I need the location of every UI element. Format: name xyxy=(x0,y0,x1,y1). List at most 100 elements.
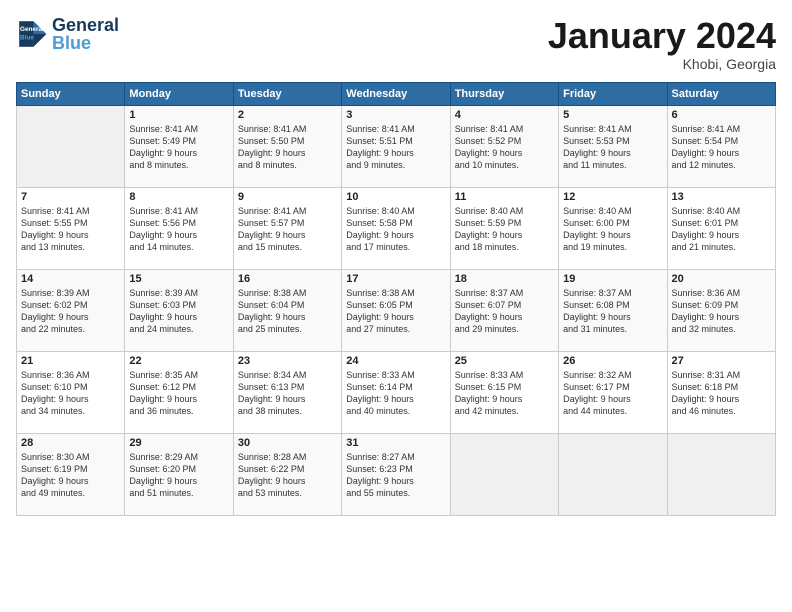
day-number: 30 xyxy=(238,437,337,449)
day-number: 7 xyxy=(21,191,120,203)
day-number: 6 xyxy=(672,109,771,121)
calendar-table: SundayMondayTuesdayWednesdayThursdayFrid… xyxy=(16,82,776,516)
cell-content: Sunrise: 8:40 AMSunset: 6:01 PMDaylight:… xyxy=(672,205,771,254)
header-cell-sunday: Sunday xyxy=(17,82,125,105)
calendar-cell: 25 Sunrise: 8:33 AMSunset: 6:15 PMDayligh… xyxy=(450,351,558,433)
calendar-cell: 26 Sunrise: 8:32 AMSunset: 6:17 PMDayligh… xyxy=(559,351,667,433)
cell-content: Sunrise: 8:41 AMSunset: 5:55 PMDaylight:… xyxy=(21,205,120,254)
calendar-cell: 28Sunrise: 8:30 AMSunset: 6:19 PMDayligh… xyxy=(17,433,125,515)
header: General Blue General Blue January 2024 K… xyxy=(16,16,776,72)
cell-content: Sunrise: 8:37 AMSunset: 6:07 PMDaylight:… xyxy=(455,287,554,336)
cell-content: Sunrise: 8:33 AMSunset: 6:14 PMDaylight:… xyxy=(346,369,445,418)
week-row-2: 7 Sunrise: 8:41 AMSunset: 5:55 PMDaylight… xyxy=(17,187,776,269)
day-number: 20 xyxy=(672,273,771,285)
cell-content: Sunrise: 8:41 AMSunset: 5:52 PMDaylight:… xyxy=(455,123,554,172)
header-cell-friday: Friday xyxy=(559,82,667,105)
day-number: 25 xyxy=(455,355,554,367)
calendar-cell: 18 Sunrise: 8:37 AMSunset: 6:07 PMDayligh… xyxy=(450,269,558,351)
day-number: 23 xyxy=(238,355,337,367)
calendar-cell: 16Sunrise: 8:38 AMSunset: 6:04 PMDayligh… xyxy=(233,269,341,351)
logo: General Blue General Blue xyxy=(16,16,119,52)
cell-content: Sunrise: 8:33 AMSunset: 6:15 PMDaylight:… xyxy=(455,369,554,418)
calendar-cell: 6Sunrise: 8:41 AMSunset: 5:54 PMDaylight… xyxy=(667,105,775,187)
header-cell-tuesday: Tuesday xyxy=(233,82,341,105)
week-row-5: 28Sunrise: 8:30 AMSunset: 6:19 PMDayligh… xyxy=(17,433,776,515)
cell-content: Sunrise: 8:41 AMSunset: 5:51 PMDaylight:… xyxy=(346,123,445,172)
calendar-cell: 31Sunrise: 8:27 AMSunset: 6:23 PMDayligh… xyxy=(342,433,450,515)
calendar-cell: 24 Sunrise: 8:33 AMSunset: 6:14 PMDayligh… xyxy=(342,351,450,433)
cell-content: Sunrise: 8:39 AMSunset: 6:03 PMDaylight:… xyxy=(129,287,228,336)
calendar-cell: 2 Sunrise: 8:41 AMSunset: 5:50 PMDaylight… xyxy=(233,105,341,187)
cell-content: Sunrise: 8:32 AMSunset: 6:17 PMDaylight:… xyxy=(563,369,662,418)
day-number: 5 xyxy=(563,109,662,121)
calendar-cell: 30 Sunrise: 8:28 AMSunset: 6:22 PMDayligh… xyxy=(233,433,341,515)
calendar-cell: 8 Sunrise: 8:41 AMSunset: 5:56 PMDaylight… xyxy=(125,187,233,269)
logo-line2: Blue xyxy=(52,34,119,52)
title-block: January 2024 Khobi, Georgia xyxy=(548,16,776,72)
header-row: SundayMondayTuesdayWednesdayThursdayFrid… xyxy=(17,82,776,105)
day-number: 3 xyxy=(346,109,445,121)
svg-text:Blue: Blue xyxy=(20,35,34,42)
calendar-cell: 11Sunrise: 8:40 AMSunset: 5:59 PMDayligh… xyxy=(450,187,558,269)
page: General Blue General Blue January 2024 K… xyxy=(0,0,792,612)
day-number: 19 xyxy=(563,273,662,285)
logo-icon: General Blue xyxy=(16,18,48,50)
cell-content: Sunrise: 8:36 AMSunset: 6:10 PMDaylight:… xyxy=(21,369,120,418)
day-number: 1 xyxy=(129,109,228,121)
day-number: 10 xyxy=(346,191,445,203)
cell-content: Sunrise: 8:41 AMSunset: 5:56 PMDaylight:… xyxy=(129,205,228,254)
calendar-cell: 20Sunrise: 8:36 AMSunset: 6:09 PMDayligh… xyxy=(667,269,775,351)
logo-line1: General xyxy=(52,16,119,34)
week-row-3: 14Sunrise: 8:39 AMSunset: 6:02 PMDayligh… xyxy=(17,269,776,351)
day-number: 29 xyxy=(129,437,228,449)
cell-content: Sunrise: 8:38 AMSunset: 6:05 PMDaylight:… xyxy=(346,287,445,336)
logo-text: General Blue xyxy=(52,16,119,52)
header-cell-thursday: Thursday xyxy=(450,82,558,105)
day-number: 26 xyxy=(563,355,662,367)
calendar-cell: 23 Sunrise: 8:34 AMSunset: 6:13 PMDayligh… xyxy=(233,351,341,433)
cell-content: Sunrise: 8:31 AMSunset: 6:18 PMDaylight:… xyxy=(672,369,771,418)
location: Khobi, Georgia xyxy=(548,56,776,72)
week-row-4: 21Sunrise: 8:36 AMSunset: 6:10 PMDayligh… xyxy=(17,351,776,433)
calendar-cell: 27Sunrise: 8:31 AMSunset: 6:18 PMDayligh… xyxy=(667,351,775,433)
cell-content: Sunrise: 8:29 AMSunset: 6:20 PMDaylight:… xyxy=(129,451,228,500)
calendar-cell xyxy=(559,433,667,515)
cell-content: Sunrise: 8:41 AMSunset: 5:49 PMDaylight:… xyxy=(129,123,228,172)
calendar-header: SundayMondayTuesdayWednesdayThursdayFrid… xyxy=(17,82,776,105)
calendar-cell: 19 Sunrise: 8:37 AMSunset: 6:08 PMDayligh… xyxy=(559,269,667,351)
header-cell-monday: Monday xyxy=(125,82,233,105)
day-number: 8 xyxy=(129,191,228,203)
calendar-cell xyxy=(17,105,125,187)
cell-content: Sunrise: 8:28 AMSunset: 6:22 PMDaylight:… xyxy=(238,451,337,500)
day-number: 31 xyxy=(346,437,445,449)
header-cell-wednesday: Wednesday xyxy=(342,82,450,105)
calendar-cell: 15Sunrise: 8:39 AMSunset: 6:03 PMDayligh… xyxy=(125,269,233,351)
cell-content: Sunrise: 8:30 AMSunset: 6:19 PMDaylight:… xyxy=(21,451,120,500)
calendar-cell: 14Sunrise: 8:39 AMSunset: 6:02 PMDayligh… xyxy=(17,269,125,351)
calendar-cell: 9Sunrise: 8:41 AMSunset: 5:57 PMDaylight… xyxy=(233,187,341,269)
cell-content: Sunrise: 8:39 AMSunset: 6:02 PMDaylight:… xyxy=(21,287,120,336)
day-number: 12 xyxy=(563,191,662,203)
day-number: 13 xyxy=(672,191,771,203)
month-title: January 2024 xyxy=(548,16,776,56)
day-number: 18 xyxy=(455,273,554,285)
cell-content: Sunrise: 8:37 AMSunset: 6:08 PMDaylight:… xyxy=(563,287,662,336)
calendar-cell: 3 Sunrise: 8:41 AMSunset: 5:51 PMDaylight… xyxy=(342,105,450,187)
day-number: 2 xyxy=(238,109,337,121)
calendar-cell: 17 Sunrise: 8:38 AMSunset: 6:05 PMDayligh… xyxy=(342,269,450,351)
cell-content: Sunrise: 8:38 AMSunset: 6:04 PMDaylight:… xyxy=(238,287,337,336)
cell-content: Sunrise: 8:35 AMSunset: 6:12 PMDaylight:… xyxy=(129,369,228,418)
cell-content: Sunrise: 8:34 AMSunset: 6:13 PMDaylight:… xyxy=(238,369,337,418)
calendar-cell: 5 Sunrise: 8:41 AMSunset: 5:53 PMDaylight… xyxy=(559,105,667,187)
cell-content: Sunrise: 8:41 AMSunset: 5:53 PMDaylight:… xyxy=(563,123,662,172)
calendar-cell: 21Sunrise: 8:36 AMSunset: 6:10 PMDayligh… xyxy=(17,351,125,433)
day-number: 4 xyxy=(455,109,554,121)
day-number: 11 xyxy=(455,191,554,203)
calendar-cell: 7 Sunrise: 8:41 AMSunset: 5:55 PMDaylight… xyxy=(17,187,125,269)
cell-content: Sunrise: 8:41 AMSunset: 5:50 PMDaylight:… xyxy=(238,123,337,172)
svg-text:General: General xyxy=(20,26,44,33)
day-number: 17 xyxy=(346,273,445,285)
cell-content: Sunrise: 8:40 AMSunset: 6:00 PMDaylight:… xyxy=(563,205,662,254)
calendar-cell xyxy=(450,433,558,515)
day-number: 24 xyxy=(346,355,445,367)
